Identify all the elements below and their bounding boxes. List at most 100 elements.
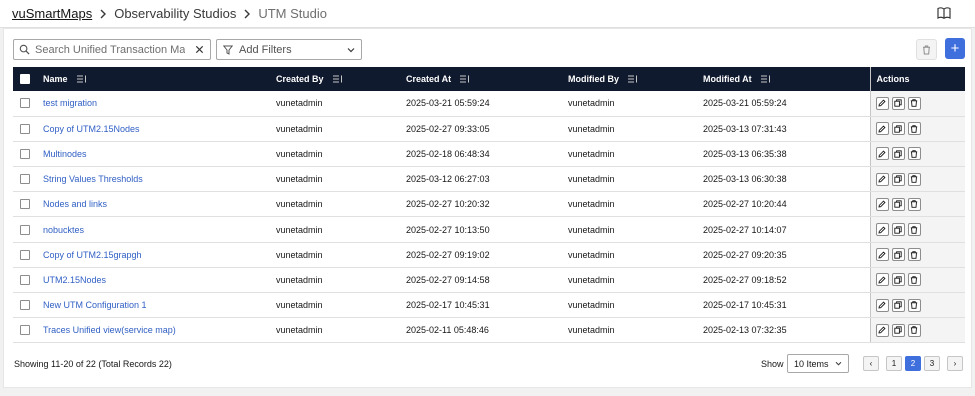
copy-icon[interactable] — [891, 273, 905, 287]
table-row[interactable]: Traces Unified view(service map) vunetadm… — [13, 317, 965, 344]
search-input[interactable] — [35, 43, 185, 56]
row-actions — [871, 223, 966, 237]
row-checkbox[interactable] — [20, 98, 30, 109]
breadcrumb-section[interactable]: Observability Studios — [114, 6, 236, 21]
copy-icon[interactable] — [891, 298, 905, 312]
actions-cell — [869, 166, 965, 193]
cell-modified-by: vunetadmin — [568, 267, 703, 294]
table-row[interactable]: Copy of UTM2.15grapgh vunetadmin 2025-02-2… — [13, 242, 965, 268]
book-icon[interactable] — [937, 6, 951, 20]
edit-icon[interactable] — [875, 248, 889, 262]
table-body: test migration vunetadmin 2025-03-21 05:59… — [13, 91, 966, 344]
column-header-actions: Actions — [869, 67, 965, 91]
table-row[interactable]: UTM2.15Nodes vunetadmin 2025-02-27 09:14:5… — [13, 267, 965, 294]
map-name-link[interactable]: Nodes and links — [43, 191, 276, 218]
column-header-modified-by[interactable]: Modified By — [568, 67, 703, 91]
row-checkbox[interactable] — [20, 249, 30, 260]
page-button-1[interactable]: 1 — [886, 356, 902, 371]
add-button[interactable]: + — [945, 38, 965, 59]
column-header-name[interactable]: Name — [43, 67, 276, 91]
map-name-link[interactable]: String Values Thresholds — [43, 166, 276, 193]
close-icon[interactable] — [194, 44, 205, 55]
map-name-link[interactable]: Copy of UTM2.15Nodes — [43, 116, 276, 142]
column-header-created-at[interactable]: Created At — [406, 67, 568, 91]
cell-created-at: 2025-02-27 09:14:58 — [406, 267, 568, 294]
prev-page-button[interactable]: ‹ — [863, 356, 879, 371]
copy-icon[interactable] — [891, 96, 905, 110]
trash-icon[interactable] — [907, 147, 921, 161]
edit-icon[interactable] — [875, 197, 889, 211]
copy-icon[interactable] — [891, 323, 905, 337]
row-checkbox[interactable] — [20, 174, 30, 185]
row-checkbox[interactable] — [20, 199, 30, 210]
column-header-modified-at[interactable]: Modified At — [703, 67, 870, 91]
row-checkbox[interactable] — [20, 224, 30, 235]
add-filters-dropdown[interactable]: Add Filters — [216, 39, 362, 60]
row-checkbox[interactable] — [20, 148, 30, 159]
table-row[interactable]: nobucktes vunetadmin 2025-02-27 10:13:50 vu… — [13, 216, 966, 243]
cell-created-at: 2025-02-27 09:19:02 — [406, 242, 568, 268]
map-name-link[interactable]: UTM2.15Nodes — [43, 267, 276, 294]
copy-icon[interactable] — [891, 147, 905, 161]
cell-created-by: vunetadmin — [276, 91, 406, 117]
edit-icon[interactable] — [875, 273, 889, 287]
copy-icon[interactable] — [891, 223, 905, 237]
table-row[interactable]: test migration vunetadmin 2025-03-21 05:59… — [13, 91, 965, 117]
map-name-link[interactable]: nobucktes — [43, 216, 276, 243]
row-checkbox[interactable] — [20, 325, 30, 336]
items-per-page-select[interactable]: 10 Items — [787, 354, 849, 373]
table-row[interactable]: String Values Thresholds vunetadmin 2025-0… — [13, 166, 965, 193]
chevron-down-icon — [835, 361, 842, 366]
edit-icon[interactable] — [875, 298, 889, 312]
trash-icon[interactable] — [907, 298, 921, 312]
sort-icon[interactable] — [76, 75, 87, 83]
map-name-link[interactable]: test migration — [43, 91, 276, 117]
copy-icon[interactable] — [891, 197, 905, 211]
trash-icon[interactable] — [907, 122, 921, 136]
map-name-link[interactable]: Traces Unified view(service map) — [43, 317, 276, 344]
column-label: Modified At — [703, 74, 752, 84]
map-name-link[interactable]: New UTM Configuration 1 — [43, 292, 276, 319]
row-checkbox[interactable] — [20, 123, 30, 134]
next-page-button[interactable]: › — [947, 356, 963, 371]
trash-icon[interactable] — [907, 172, 921, 186]
row-checkbox[interactable] — [20, 274, 30, 285]
trash-icon[interactable] — [907, 273, 921, 287]
map-name-link[interactable]: Multinodes — [43, 141, 276, 168]
sort-icon[interactable] — [628, 75, 638, 83]
column-label: Created By — [276, 74, 324, 84]
cell-modified-by: vunetadmin — [568, 317, 703, 344]
cell-created-at: 2025-02-27 09:33:05 — [406, 116, 568, 142]
page-button-3[interactable]: 3 — [924, 356, 940, 371]
table-row[interactable]: Copy of UTM2.15Nodes vunetadmin 2025-02-27… — [13, 116, 965, 142]
edit-icon[interactable] — [875, 147, 889, 161]
copy-icon[interactable] — [891, 172, 905, 186]
delete-selected-button[interactable] — [916, 39, 937, 60]
map-name-link[interactable]: Copy of UTM2.15grapgh — [43, 242, 276, 268]
edit-icon[interactable] — [875, 122, 889, 136]
trash-icon[interactable] — [907, 96, 921, 110]
edit-icon[interactable] — [875, 172, 889, 186]
row-checkbox[interactable] — [20, 300, 30, 311]
trash-icon[interactable] — [907, 197, 921, 211]
trash-icon[interactable] — [907, 248, 921, 262]
row-actions — [871, 298, 966, 312]
select-all-checkbox[interactable] — [20, 74, 30, 84]
copy-icon[interactable] — [891, 248, 905, 262]
column-header-created-by[interactable]: Created By — [276, 67, 406, 91]
edit-icon[interactable] — [875, 96, 889, 110]
sort-icon[interactable] — [332, 75, 343, 83]
edit-icon[interactable] — [875, 223, 889, 237]
sort-icon[interactable] — [460, 75, 470, 83]
copy-icon[interactable] — [891, 122, 905, 136]
search-box[interactable] — [13, 39, 211, 60]
breadcrumb-root[interactable]: vuSmartMaps — [12, 6, 92, 21]
table-row[interactable]: Nodes and links vunetadmin 2025-02-27 10:2… — [13, 191, 965, 218]
page-button-2[interactable]: 2 — [905, 356, 921, 371]
table-row[interactable]: New UTM Configuration 1 vunetadmin 2025-02… — [13, 292, 966, 319]
table-row[interactable]: Multinodes vunetadmin 2025-02-18 06:48:34 v… — [13, 141, 965, 168]
edit-icon[interactable] — [875, 323, 889, 337]
trash-icon[interactable] — [907, 323, 921, 337]
sort-icon[interactable] — [760, 75, 771, 83]
trash-icon[interactable] — [907, 223, 921, 237]
